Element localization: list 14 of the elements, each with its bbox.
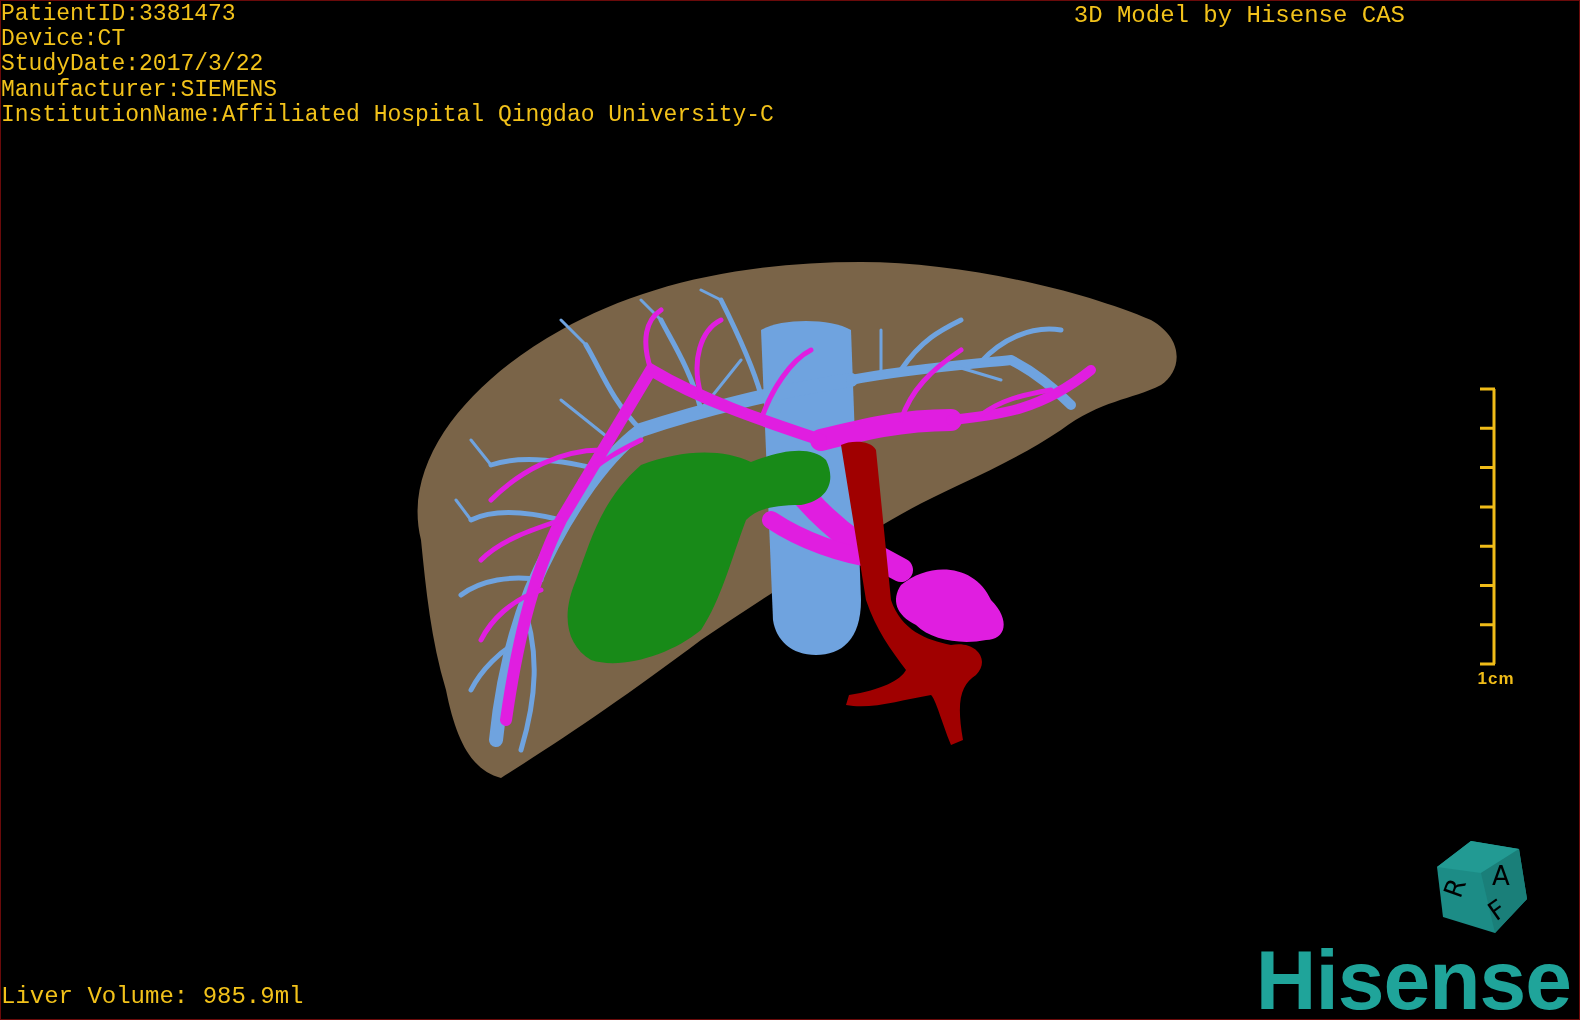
viewer-title: 3D Model by Hisense CAS — [1073, 1, 1405, 31]
cube-face-label: A — [1492, 861, 1510, 891]
patient-info-text: InstitutionName:Affiliated Hospital Qingdao University-C — [1, 102, 774, 128]
patient-info-text: Manufacturer:SIEMENS — [1, 77, 279, 103]
liver-volume-text: Liver Volume: 985.9ml — [1, 984, 304, 1012]
patient-info-text: StudyDate:2017/3/22 — [1, 52, 265, 78]
patient-info-text: PatientID:3381473 — [1, 2, 237, 27]
patient-info-text: Device:CT — [1, 27, 126, 53]
brand-logo: Hisense — [1255, 941, 1571, 1019]
cube-face-label: R — [1437, 874, 1473, 902]
orientation-cube[interactable] — [1437, 841, 1527, 933]
scale-label: 1cm — [1476, 669, 1516, 689]
render-viewport[interactable]: PatientID:3381473 Device:CT StudyDate:2017/3/22 Manufacturer:SIEMENS InstitutionName:Affiliated Hospital Qingdao University-C 3D Model by Hisense CAS 1cm Liver Volume: 985.9ml A R F Hisense — [0, 0, 1580, 1020]
cube-face-label: F — [1482, 893, 1512, 927]
